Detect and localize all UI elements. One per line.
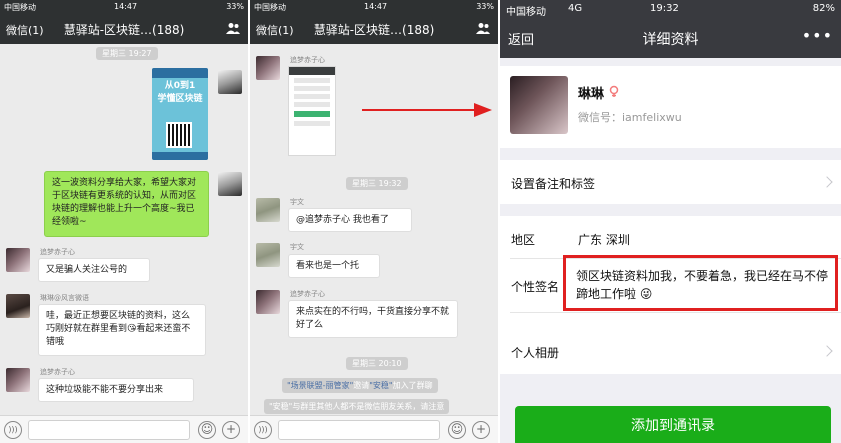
emoji-icon[interactable]: ☺ [448, 421, 466, 439]
message-bubble[interactable]: @追梦赤子心 我也看了 [288, 208, 412, 232]
message-bubble-self[interactable]: 这一波资料分享给大家，希望大家对于区块链有更系统的认知，从而对区块链的理解也能上… [44, 171, 209, 237]
status-bar: 中国移动 14:47 33% [250, 0, 498, 14]
time-divider: 星期三 19:27 [96, 47, 158, 60]
poster-line2: 学懂区块链 [157, 94, 203, 104]
remark-row[interactable]: 设置备注和标签 [500, 160, 841, 204]
chat-panel-middle: 中国移动 14:47 33% 微信(1) 慧驿站-区块链…(188) 追梦赤子心… [250, 0, 498, 443]
status-bar: 中国移动 4G 19:32 82% [500, 0, 841, 18]
voice-icon[interactable]: ))) [254, 421, 272, 439]
sys-text: 邀请 [353, 381, 370, 390]
female-icon [609, 85, 619, 97]
shared-image-poster[interactable]: 从0到1 学懂区块链 [152, 68, 208, 160]
avatar[interactable] [256, 56, 280, 80]
message-bubble[interactable]: 哇，最近正想要区块链的资料，这么巧刚好就在群里看到😘看起来还蛮不错哦 [38, 304, 206, 356]
sender-name: 琳琳@风言微语 [40, 294, 89, 302]
message-input[interactable] [278, 420, 440, 440]
red-arrow-icon [362, 103, 492, 117]
sender-name: 追梦赤子心 [290, 56, 325, 64]
message-bubble[interactable]: 又是骗人关注公号的 [38, 258, 150, 282]
album-label: 个人相册 [511, 346, 560, 360]
avatar[interactable] [256, 198, 280, 222]
chat-input-bar: ))) ☺ + [250, 415, 498, 443]
sender-name: 追梦赤子心 [40, 368, 75, 376]
sender-name: 宇文 [290, 243, 304, 251]
chat-panel-left: 中国移动 14:47 33% 微信(1) 慧驿站-区块链…(188) 星期三 1… [0, 0, 248, 443]
avatar[interactable] [256, 290, 280, 314]
sender-name: 追梦赤子心 [290, 290, 325, 298]
plus-icon[interactable]: + [222, 421, 240, 439]
group-members-icon[interactable] [476, 22, 490, 34]
nav-bar: 微信(1) 慧驿站-区块链…(188) [0, 14, 248, 44]
battery: 82% [812, 3, 835, 14]
sender-name: 宇文 [290, 198, 304, 206]
nav-bar: 微信(1) 慧驿站-区块链…(188) [250, 14, 498, 44]
avatar[interactable] [218, 70, 242, 94]
avatar[interactable] [218, 172, 242, 196]
battery: 33% [226, 2, 244, 11]
plus-icon[interactable]: + [472, 421, 490, 439]
carrier: 中国移动 [4, 3, 36, 12]
region-label: 地区 [511, 233, 536, 247]
add-to-contacts-button[interactable]: 添加到通讯录 [515, 406, 831, 443]
qr-code-icon [166, 122, 192, 148]
carrier: 中国移动 [506, 7, 546, 18]
system-message-joined: "场景联盟-丽管家"邀请"安稳"加入了群聊 [282, 378, 438, 393]
sender-name: 追梦赤子心 [40, 248, 75, 256]
poster-line1: 从0到1 [164, 81, 196, 91]
system-message-warning: "安稳"与群里其他人都不是微信朋友关系，请注意 [264, 399, 450, 414]
chevron-right-icon [821, 176, 833, 188]
more-icon[interactable]: ••• [802, 26, 833, 45]
invitee-link[interactable]: "安稳" [369, 381, 392, 390]
carrier: 中国移动 [254, 3, 286, 12]
message-bubble[interactable]: 这种垃圾能不能不要分享出来 [38, 378, 194, 402]
group-members-icon[interactable] [226, 22, 240, 34]
emoji-icon[interactable]: ☺ [198, 421, 216, 439]
inviter-link[interactable]: "场景联盟-丽管家" [287, 381, 353, 390]
message-input[interactable] [28, 420, 190, 440]
chat-title: 慧驿站-区块链…(188) [313, 23, 435, 37]
clock: 19:32 [650, 3, 679, 14]
signature-label: 个性签名 [511, 280, 560, 294]
avatar[interactable] [6, 368, 30, 392]
shared-screenshot[interactable] [288, 66, 336, 156]
network: 4G [568, 3, 583, 14]
message-bubble[interactable]: 看来也是一个托 [288, 254, 380, 278]
chat-input-bar: ))) ☺ + [0, 415, 248, 443]
profile-panel: 中国移动 4G 19:32 82% 返回 详细资料 ••• 琳琳 微信号：iam… [500, 0, 841, 443]
voice-icon[interactable]: ))) [4, 421, 22, 439]
profile-avatar[interactable] [510, 76, 568, 134]
status-bar: 中国移动 14:47 33% [0, 0, 248, 14]
remark-label: 设置备注和标签 [511, 177, 596, 191]
wechat-id: 微信号：iamfelixwu [578, 111, 682, 124]
chat-title: 慧驿站-区块链…(188) [63, 23, 185, 37]
avatar[interactable] [6, 294, 30, 318]
nav-bar: 返回 详细资料 ••• [500, 18, 841, 58]
time-divider: 星期三 20:10 [346, 357, 408, 370]
clock: 14:47 [364, 2, 388, 11]
signature-highlight-box [563, 255, 838, 311]
avatar[interactable] [256, 243, 280, 267]
message-bubble[interactable]: 来点实在的不行吗，干货直接分享不就好了么 [288, 300, 458, 338]
avatar[interactable] [6, 248, 30, 272]
page-title: 详细资料 [642, 32, 699, 48]
sys-text: 加入了群聊 [392, 381, 433, 390]
profile-name: 琳琳 [578, 87, 605, 102]
chevron-right-icon[interactable] [821, 345, 833, 357]
clock: 14:47 [114, 2, 138, 11]
profile-header: 琳琳 微信号：iamfelixwu [500, 66, 841, 148]
time-divider: 星期三 19:32 [346, 177, 408, 190]
battery: 33% [476, 2, 494, 11]
region-value: 广东 深圳 [578, 233, 630, 247]
